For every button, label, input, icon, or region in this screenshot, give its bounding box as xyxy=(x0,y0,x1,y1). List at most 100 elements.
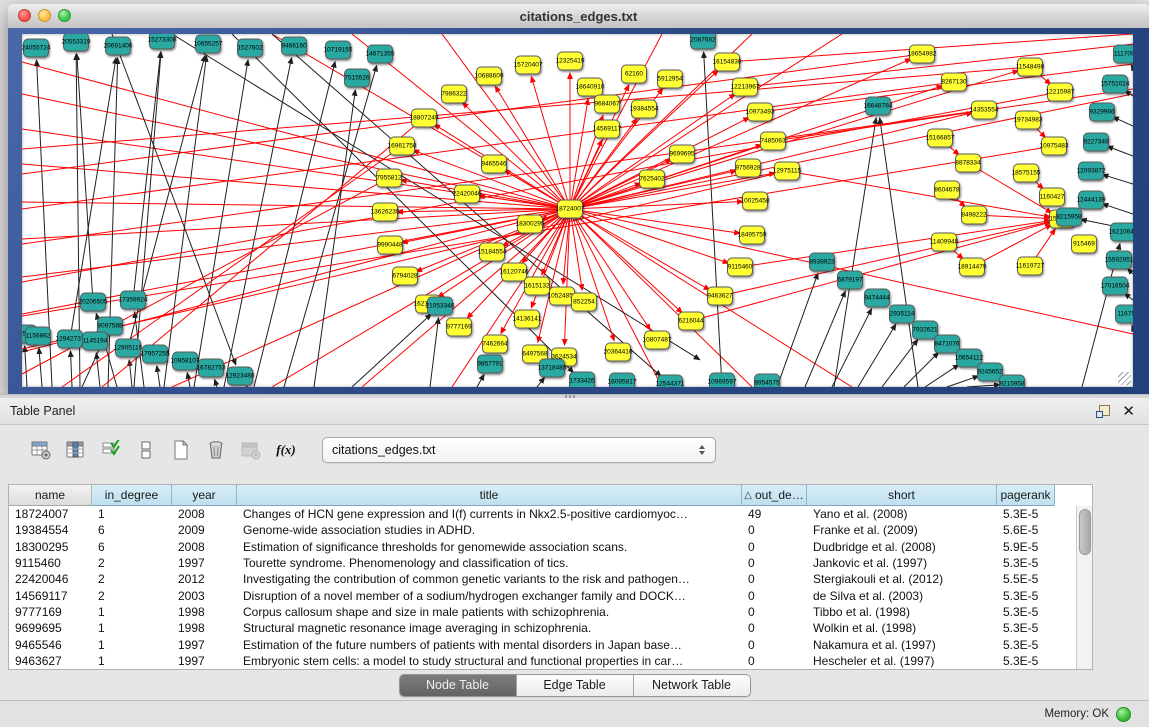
graph-node[interactable]: 6879197 xyxy=(837,271,863,290)
graph-node[interactable]: 8878334 xyxy=(955,154,981,173)
graph-node[interactable]: 9990448 xyxy=(377,236,403,255)
graph-node[interactable]: 9227349 xyxy=(1083,133,1109,152)
graph-node[interactable]: 6216044 xyxy=(678,312,704,331)
graph-node[interactable]: 15166857 xyxy=(927,129,953,148)
graph-node[interactable]: 10969597 xyxy=(709,373,735,388)
graph-node[interactable]: 9463627 xyxy=(707,287,733,306)
graph-node[interactable]: 7485063 xyxy=(760,132,786,151)
table-source-dropdown[interactable]: citations_edges.txt xyxy=(322,437,716,463)
table-row[interactable]: 969969511998Structural magnetic resonanc… xyxy=(9,620,1092,636)
table-row[interactable]: 1938455462009Genome-wide association stu… xyxy=(9,522,1092,538)
graph-node[interactable]: 21053346 xyxy=(427,297,453,316)
graph-node[interactable]: 1527602 xyxy=(237,39,263,58)
graph-node[interactable]: 18495759 xyxy=(739,226,765,245)
table-row[interactable]: 946554611997Estimation of the future num… xyxy=(9,636,1092,652)
graph-node[interactable]: 18575155 xyxy=(1013,164,1039,183)
graph-node[interactable]: 915469 xyxy=(1071,235,1097,254)
window-titlebar[interactable]: citations_edges.txt xyxy=(8,4,1149,29)
graph-node[interactable]: 10655257 xyxy=(195,35,221,54)
merge-tables-icon[interactable] xyxy=(135,439,157,461)
tab-node-table[interactable]: Node Table xyxy=(400,675,517,696)
graph-node[interactable]: 9699695 xyxy=(669,145,695,164)
graph-node[interactable]: 15592951 xyxy=(1106,251,1132,270)
graph-node[interactable]: 1145194 xyxy=(82,332,108,351)
scrollbar-thumb[interactable] xyxy=(1079,509,1091,555)
graph-node[interactable]: 16782753 xyxy=(198,359,224,378)
graph-node[interactable]: 20691406 xyxy=(105,37,131,56)
graph-node[interactable]: 1117094 xyxy=(1113,45,1133,64)
graph-node[interactable]: 19384554 xyxy=(631,100,657,119)
graph-node[interactable]: 18807249 xyxy=(411,109,437,128)
graph-node[interactable]: 12942737 xyxy=(57,330,83,349)
graph-node[interactable]: 19734983 xyxy=(1015,111,1041,130)
graph-node[interactable]: 18300295 xyxy=(517,215,543,234)
graph-node[interactable]: 18654982 xyxy=(909,45,935,64)
table-row[interactable]: 1872400712008Changes of HCN gene express… xyxy=(9,506,1092,522)
graph-node[interactable]: 16154838 xyxy=(714,53,740,72)
column-header-pagerank[interactable]: pagerank xyxy=(997,485,1055,506)
graph-node[interactable]: 12213967 xyxy=(732,78,758,97)
row-select-icon[interactable] xyxy=(100,439,122,461)
graph-node[interactable]: 22420046 xyxy=(454,185,480,204)
graph-node[interactable]: 5912954 xyxy=(657,70,683,89)
graph-node[interactable]: 8498222 xyxy=(961,206,987,225)
new-column-icon[interactable] xyxy=(170,439,192,461)
column-header-in-degree[interactable]: in_degree xyxy=(92,485,172,506)
column-visibility-icon[interactable] xyxy=(65,439,87,461)
graph-node[interactable]: 1733426 xyxy=(569,372,595,388)
tab-edge-table[interactable]: Edge Table xyxy=(517,675,634,696)
graph-node[interactable]: 15720407 xyxy=(515,56,541,75)
graph-node[interactable]: 1156862 xyxy=(25,327,51,346)
graph-node[interactable]: 7515526 xyxy=(344,69,370,88)
function-builder-icon[interactable]: f(x) xyxy=(275,439,297,461)
graph-node[interactable]: 9684067 xyxy=(594,95,620,114)
graph-node[interactable]: 12215987 xyxy=(1047,83,1073,102)
table-row[interactable]: 911546021997Tourette syndrome. Phenomeno… xyxy=(9,555,1092,571)
graph-node[interactable]: 13718485 xyxy=(539,359,565,378)
network-canvas[interactable]: 1872400724055724205533192069140615273308… xyxy=(22,34,1133,387)
graph-node[interactable]: 12975115 xyxy=(774,162,800,181)
minimize-window-button[interactable] xyxy=(38,9,51,22)
graph-node[interactable]: 12444139 xyxy=(1078,191,1104,210)
close-window-button[interactable] xyxy=(18,9,31,22)
graph-node[interactable]: 9756928 xyxy=(735,159,761,178)
resize-grip[interactable] xyxy=(1118,372,1131,385)
graph-node[interactable]: 10025458 xyxy=(742,192,768,211)
column-header-short[interactable]: short xyxy=(807,485,997,506)
column-header-year[interactable]: year xyxy=(172,485,237,506)
graph-node[interactable]: 9474444 xyxy=(864,289,890,308)
graph-node[interactable]: 11409948 xyxy=(931,233,957,252)
graph-node[interactable]: 10973493 xyxy=(747,103,773,122)
graph-node[interactable]: 15751024 xyxy=(1102,75,1128,94)
graph-node[interactable]: 15184554 xyxy=(479,243,505,262)
graph-node[interactable]: 7955812 xyxy=(376,169,402,188)
graph-node[interactable]: 1160427 xyxy=(1039,188,1065,207)
graph-node[interactable]: 12905115 xyxy=(115,339,141,358)
graph-node[interactable]: 13626235 xyxy=(372,203,398,222)
graph-node[interactable]: 14569117 xyxy=(594,120,620,139)
graph-node[interactable]: 16210643 xyxy=(1110,223,1133,242)
graph-node[interactable]: 16961758 xyxy=(389,137,415,156)
table-row[interactable]: 946362711997Embryonic stem cells: a mode… xyxy=(9,653,1092,669)
graph-node[interactable]: 7462664 xyxy=(482,335,508,354)
graph-node[interactable]: 2087682 xyxy=(690,34,716,50)
graph-node[interactable]: 8604678 xyxy=(934,181,960,200)
graph-node[interactable]: 14136141 xyxy=(514,310,540,329)
graph-node[interactable]: 7986322 xyxy=(441,85,467,104)
graph-node[interactable]: 10975483 xyxy=(1041,137,1067,156)
graph-node[interactable]: 116753 xyxy=(1115,305,1133,324)
graph-node[interactable]: 9465546 xyxy=(481,155,507,174)
graph-node[interactable]: 7625402 xyxy=(639,170,665,189)
graph-node[interactable]: 20364416 xyxy=(605,343,631,362)
graph-node[interactable]: 20553319 xyxy=(63,34,89,52)
graph-node[interactable]: 17359924 xyxy=(120,291,146,310)
column-header-out-de-[interactable]: △out_de… xyxy=(742,485,807,506)
graph-node[interactable]: 16648784 xyxy=(865,97,891,116)
graph-node[interactable]: 10807487 xyxy=(644,331,670,350)
table-row[interactable]: 2242004622012Investigating the contribut… xyxy=(9,571,1092,587)
tab-network-table[interactable]: Network Table xyxy=(634,675,750,696)
graph-node[interactable]: 9857791 xyxy=(477,355,503,374)
graph-node[interactable]: 8954575 xyxy=(754,374,780,388)
graph-node[interactable]: 10958107 xyxy=(172,352,198,371)
graph-node[interactable]: 10719155 xyxy=(325,41,351,60)
